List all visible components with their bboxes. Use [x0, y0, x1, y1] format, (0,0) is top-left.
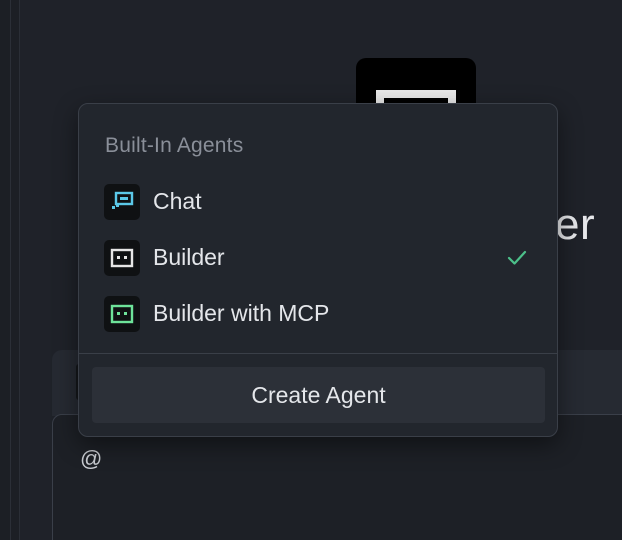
section-label-built-in-agents: Built-In Agents — [105, 134, 244, 157]
menu-item-chat[interactable]: Chat — [79, 176, 557, 228]
menu-item-builder-with-mcp[interactable]: Builder with MCP — [79, 288, 557, 340]
menu-item-builder[interactable]: Builder — [79, 232, 557, 284]
menu-divider — [79, 353, 557, 354]
create-agent-button[interactable]: Create Agent — [92, 367, 545, 423]
menu-item-label: Chat — [153, 188, 202, 214]
checkmark-icon — [507, 250, 527, 265]
app-window: der @ Built-In Agents Chat Builder Build… — [0, 0, 622, 540]
menu-item-label: Builder — [153, 244, 225, 270]
menu-item-label: Builder with MCP — [153, 300, 330, 326]
agent-picker-dropdown: Built-In Agents Chat Builder Builder wit… — [78, 103, 558, 437]
builder-agent-icon — [104, 240, 140, 276]
sidebar-divider — [10, 0, 11, 540]
chat-agent-icon — [104, 184, 140, 220]
builder-mcp-agent-icon — [104, 296, 140, 332]
mention-prompt: @ — [80, 446, 103, 471]
